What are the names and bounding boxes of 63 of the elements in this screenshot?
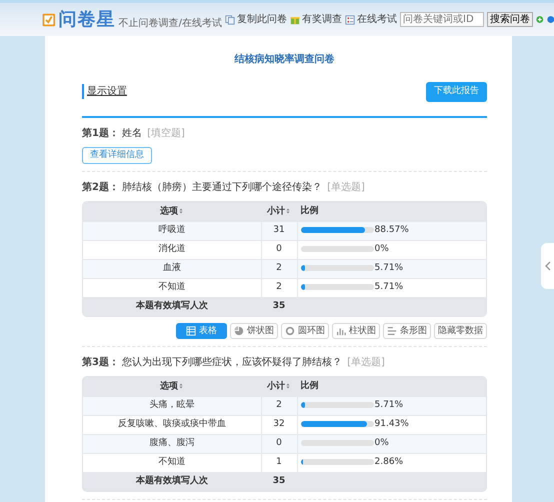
question-title: 第3题： 您认为出现下列哪些症状，应该怀疑得了肺结核？ [单选题] (82, 356, 386, 370)
column-chart-icon (336, 326, 346, 336)
question-title: 第2题： 肺结核（肺痨）主要通过下列哪个途径传染？ [单选题] (82, 180, 366, 195)
table-cell: 2 (261, 396, 297, 415)
view-button[interactable]: 柱状图 (332, 323, 380, 339)
column-header: 比例 (297, 377, 486, 396)
table-cell: 本题有效填写人次 (83, 297, 261, 316)
question-title: 第1题： 姓名 [填空题] (82, 126, 186, 140)
donut-chart-icon (285, 326, 295, 336)
copy-icon (225, 14, 235, 24)
table-cell: 本题有效填写人次 (83, 472, 261, 491)
column-header[interactable]: 选项 (83, 377, 261, 396)
form-icon (345, 14, 355, 24)
header-link[interactable]: 复制此问卷 (225, 12, 287, 27)
table-cell: 0 (261, 240, 297, 259)
table-cell: 消化道 (83, 240, 261, 259)
add-icon (536, 14, 544, 25)
column-header[interactable]: 小计 (261, 202, 297, 221)
table-cell: 腹痛、腹泻 (83, 434, 261, 453)
chevron-icon (544, 261, 550, 271)
search-button[interactable]: 搜索问卷 (487, 12, 533, 27)
percent-label: 88.57% (374, 224, 409, 235)
view-button[interactable]: 条形图 (383, 323, 431, 339)
survey-title: 结核病知晓率调查问卷 (233, 52, 336, 67)
percent-label: 0% (374, 438, 389, 448)
logo[interactable]: 问卷星 (58, 10, 116, 28)
percent-label: 0% (374, 244, 389, 254)
bar-chart-icon (387, 326, 397, 336)
table-cell: 2 (261, 259, 297, 278)
percent-label: 5.71% (374, 262, 404, 273)
table-cell: 32 (261, 415, 297, 434)
header-link[interactable]: 在线考试 (345, 12, 397, 27)
percent-label: 5.71% (374, 400, 404, 410)
sort-icon (178, 206, 184, 215)
details-button[interactable]: 查看详细信息 (82, 146, 152, 164)
percent-label: 91.43% (374, 418, 409, 429)
header-link[interactable]: 有奖调查 (290, 12, 342, 27)
sort-icon (285, 206, 291, 215)
percent-label: 5.71% (374, 282, 404, 292)
view-button[interactable]: 隐藏零数据 (434, 323, 487, 339)
table-cell: 35 (261, 297, 297, 316)
table-cell: 呼吸道 (83, 221, 261, 240)
settings-link[interactable]: 显示设置 (82, 84, 127, 100)
table-cell: 头痛，眩晕 (83, 396, 261, 415)
search-field[interactable]: 问卷关键词或ID (400, 12, 484, 27)
table-cell: 反复咳嗽、咳痰或痰中带血 (83, 415, 261, 434)
table-cell: 血液 (83, 259, 261, 278)
sort-icon (178, 382, 184, 390)
table-cell: 35 (261, 472, 297, 491)
column-header: 比例 (297, 202, 486, 221)
sort-icon (285, 382, 291, 390)
tagline: 不止问卷调查/在线考试 (118, 16, 222, 31)
table-cell: 0 (261, 434, 297, 453)
side-tab[interactable] (541, 243, 554, 289)
gift-icon (290, 14, 300, 24)
column-header[interactable]: 选项 (83, 202, 261, 221)
table-cell: 31 (261, 221, 297, 240)
view-button[interactable]: 饼状图 (230, 323, 278, 339)
column-header[interactable]: 小计 (261, 377, 297, 396)
table-icon (186, 326, 196, 336)
view-button[interactable]: 圆环图 (281, 323, 329, 339)
pie-chart-icon (234, 326, 244, 336)
percent-label: 2.86% (374, 456, 404, 467)
